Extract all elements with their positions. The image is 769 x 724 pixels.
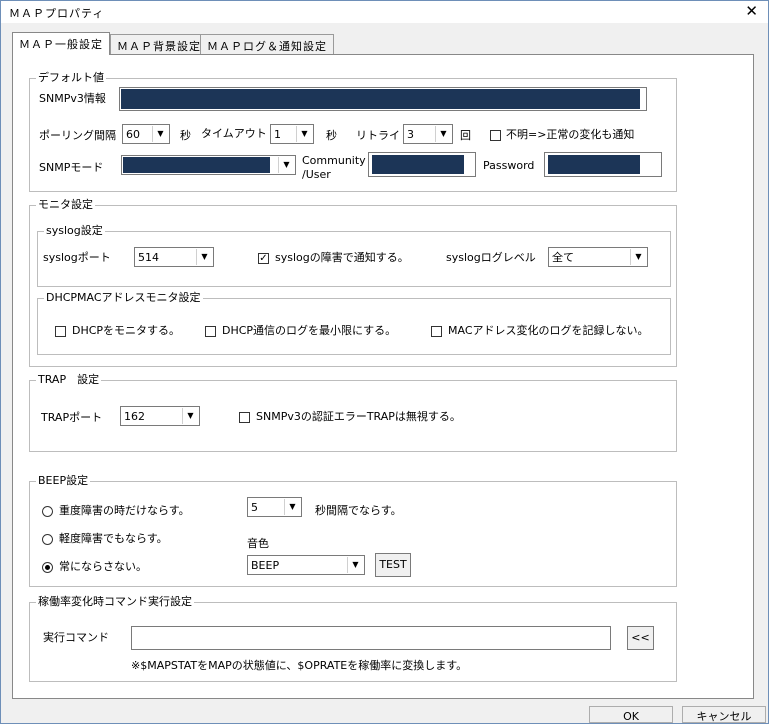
syslog-level-select[interactable]: 全て ▼ [548, 247, 648, 267]
snmp-mode-label: SNMPモード [39, 161, 104, 174]
group-syslog: syslog設定 syslogポート 514 ▼ ✓ syslogの障害で通知す… [37, 224, 671, 287]
title-bar: ＭＡＰプロパティ ✕ [1, 1, 768, 23]
command-note: ※$MAPSTATをMAPの状態値に、$OPRATEを稼働率に変換します。 [131, 659, 468, 672]
chevron-down-icon[interactable]: ▼ [296, 126, 312, 142]
timeout-select[interactable]: 1 ▼ [270, 124, 314, 144]
syslog-level-label: syslogログレベル [446, 251, 536, 264]
dhcp-monitor-label: DHCPをモニタする。 [72, 324, 181, 337]
group-label-monitor: モニタ設定 [36, 198, 95, 212]
redacted-block [548, 155, 640, 174]
beep-interval-label: 秒間隔でならす。 [315, 504, 402, 517]
trap-ignore-label: SNMPv3の認証エラーTRAPは無視する。 [256, 410, 461, 423]
polling-interval-label: ポーリング間隔 [39, 129, 116, 142]
retry-select[interactable]: 3 ▼ [403, 124, 453, 144]
syslog-port-value: 514 [138, 251, 159, 264]
syslog-port-select[interactable]: 514 ▼ [134, 247, 214, 267]
redacted-block [121, 89, 640, 109]
beep-tone-value: BEEP [251, 559, 280, 572]
mac-nolog-label: MACアドレス変化のログを記録しない。 [448, 324, 649, 337]
syslog-notify-checkbox[interactable]: ✓ [258, 253, 269, 264]
beep-severe-radio[interactable] [42, 506, 53, 517]
group-default-values: デフォルト値 SNMPv3情報 ポーリング間隔 60 ▼ 秒 タイムアウト 1 … [29, 71, 677, 192]
community-label-line2: /User [302, 168, 331, 181]
polling-interval-value: 60 [126, 128, 140, 141]
dialog-window: ＭＡＰプロパティ ✕ ＭＡＰ一般設定 ＭＡＰ背景設定 ＭＡＰログ＆通知設定 デフ… [0, 0, 769, 724]
beep-light-radio[interactable] [42, 534, 53, 545]
unknown-notify-label: 不明=>正常の変化も通知 [506, 128, 635, 141]
timeout-value: 1 [274, 128, 281, 141]
group-beep: BEEP設定 重度障害の時だけならす。 軽度障害でもならす。 常にならさない。 … [29, 474, 677, 587]
beep-severe-label: 重度障害の時だけならす。 [59, 504, 190, 517]
community-label-line1: Community [302, 154, 366, 167]
group-monitor: モニタ設定 syslog設定 syslogポート 514 ▼ ✓ syslogの… [29, 198, 677, 367]
redacted-block [372, 155, 464, 174]
group-command: 稼働率変化時コマンド実行設定 実行コマンド << ※$MAPSTATをMAPの状… [29, 595, 677, 682]
redacted-block [123, 157, 270, 173]
group-label-trap: TRAP 設定 [36, 373, 102, 387]
chevron-down-icon[interactable]: ▼ [196, 249, 212, 265]
polling-unit: 秒 [180, 129, 191, 142]
dhcp-monitor-checkbox[interactable] [55, 326, 66, 337]
group-dhcp-mac: DHCPMACアドレスモニタ設定 DHCPをモニタする。 DHCP通信のログを最… [37, 291, 671, 355]
tab-panel: デフォルト値 SNMPv3情報 ポーリング間隔 60 ▼ 秒 タイムアウト 1 … [12, 54, 754, 699]
timeout-unit: 秒 [326, 129, 337, 142]
password-label: Password [483, 159, 535, 172]
chevron-down-icon[interactable]: ▼ [152, 126, 168, 142]
beep-tone-select[interactable]: BEEP ▼ [247, 555, 365, 575]
trap-port-label: TRAPポート [41, 411, 103, 424]
trap-port-value: 162 [124, 410, 145, 423]
timeout-label: タイムアウト [201, 127, 267, 140]
syslog-port-label: syslogポート [43, 251, 111, 264]
snmpv3-info-label: SNMPv3情報 [39, 92, 106, 105]
ok-button[interactable]: OK [589, 706, 673, 723]
exec-command-input[interactable] [131, 626, 611, 650]
browse-button[interactable]: << [627, 626, 654, 650]
group-label-syslog: syslog設定 [44, 224, 105, 238]
group-label-beep: BEEP設定 [36, 474, 91, 488]
tab-map-log-notify[interactable]: ＭＡＰログ＆通知設定 [200, 34, 334, 54]
tab-map-background[interactable]: ＭＡＰ背景設定 [110, 34, 208, 54]
beep-never-radio[interactable] [42, 562, 53, 573]
syslog-notify-label: syslogの障害で通知する。 [275, 251, 409, 264]
beep-test-button[interactable]: TEST [375, 553, 411, 577]
syslog-level-value: 全て [552, 251, 574, 264]
group-trap: TRAP 設定 TRAPポート 162 ▼ SNMPv3の認証エラーTRAPは無… [29, 373, 677, 452]
chevron-down-icon[interactable]: ▼ [284, 499, 300, 515]
beep-interval-value: 5 [251, 501, 258, 514]
group-label-default: デフォルト値 [36, 71, 106, 85]
password-field[interactable] [544, 152, 662, 177]
cancel-button[interactable]: キャンセル [682, 706, 766, 723]
beep-light-label: 軽度障害でもならす。 [59, 532, 168, 545]
trap-port-select[interactable]: 162 ▼ [120, 406, 200, 426]
window-title: ＭＡＰプロパティ [9, 7, 105, 20]
beep-never-label: 常にならさない。 [59, 560, 147, 573]
chevron-down-icon[interactable]: ▼ [278, 157, 294, 173]
group-label-dhcp-mac: DHCPMACアドレスモニタ設定 [44, 291, 203, 305]
retry-unit: 回 [460, 129, 471, 142]
group-label-command: 稼働率変化時コマンド実行設定 [36, 595, 194, 609]
chevron-down-icon[interactable]: ▼ [435, 126, 451, 142]
mac-nolog-checkbox[interactable] [431, 326, 442, 337]
snmp-mode-select[interactable]: ▼ [121, 155, 296, 175]
chevron-down-icon[interactable]: ▼ [182, 408, 198, 424]
community-user-field[interactable] [368, 152, 476, 177]
beep-tone-label: 音色 [247, 537, 269, 550]
close-icon[interactable]: ✕ [745, 2, 758, 20]
unknown-notify-checkbox[interactable] [490, 130, 501, 141]
exec-command-label: 実行コマンド [43, 631, 109, 644]
retry-value: 3 [407, 128, 414, 141]
dhcp-minlog-checkbox[interactable] [205, 326, 216, 337]
beep-interval-select[interactable]: 5 ▼ [247, 497, 302, 517]
tab-map-general[interactable]: ＭＡＰ一般設定 [12, 32, 110, 55]
retry-label: リトライ [356, 129, 400, 142]
trap-ignore-checkbox[interactable] [239, 412, 250, 423]
polling-interval-select[interactable]: 60 ▼ [122, 124, 170, 144]
chevron-down-icon[interactable]: ▼ [347, 557, 363, 573]
chevron-down-icon[interactable]: ▼ [630, 249, 646, 265]
snmpv3-info-field[interactable] [119, 87, 647, 111]
dhcp-minlog-label: DHCP通信のログを最小限にする。 [222, 324, 397, 337]
